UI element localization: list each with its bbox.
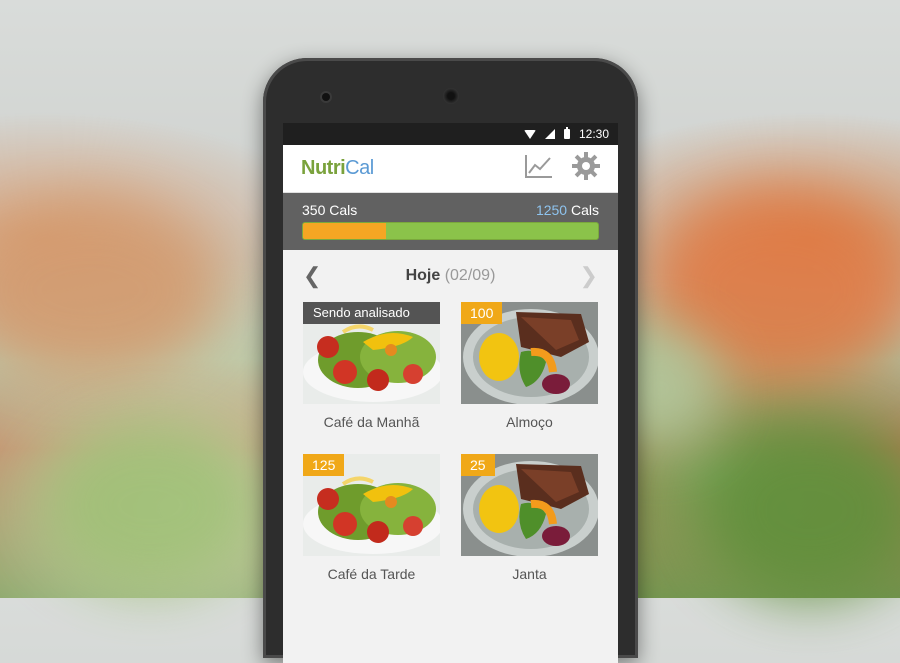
day-navigator: ❮ Hoje (02/09) ❯ [283,250,618,302]
chart-icon[interactable] [524,153,554,184]
gear-icon[interactable] [572,152,600,185]
signal-icon [544,129,555,139]
meal-card-dinner[interactable]: 25 Janta [461,454,598,606]
analyzing-badge: Sendo analisado [303,302,440,324]
calorie-badge: 25 [461,454,495,476]
meal-photo[interactable]: 100 [461,302,598,404]
app-bar: NutriCal [283,145,618,193]
calorie-badge: 100 [461,302,503,324]
battery-icon [563,127,570,139]
previous-day-chevron-icon[interactable]: ❮ [303,265,321,287]
meal-photo[interactable]: Sendo analisado [303,302,440,404]
earpiece-speaker [443,88,459,104]
status-time: 12:30 [578,127,609,141]
logo-text-cal: Cal [345,157,374,179]
meal-grid: Sendo analisado Café da Manhã 100 Almoço… [283,302,618,606]
day-label: Hoje (02/09) [406,267,496,285]
day-date: (02/09) [444,267,496,284]
app-logo: NutriCal [301,157,374,180]
next-day-chevron-icon[interactable]: ❯ [580,265,598,287]
wifi-icon [523,129,536,139]
day-name: Hoje [405,267,441,284]
consumed-calories: 350 Cals [302,202,357,218]
meal-name: Café da Manhã [323,414,420,430]
meal-card-afternoon-snack[interactable]: 125 Café da Tarde [303,454,440,606]
calorie-progress-fill [303,223,386,239]
calorie-summary: 350 Cals 1250 Cals [283,193,618,250]
meal-name: Almoço [506,414,553,430]
consumed-unit: Cals [329,202,358,218]
status-bar: 12:30 [283,123,618,145]
meal-name: Café da Tarde [327,566,416,582]
calorie-badge: 125 [303,454,345,476]
goal-unit: Cals [570,202,599,218]
goal-value: 1250 [535,202,568,218]
meal-photo[interactable]: 25 [461,454,598,556]
meal-card-lunch[interactable]: 100 Almoço [461,302,598,454]
meal-name: Janta [512,566,547,582]
goal-calories: 1250 Cals [536,202,599,218]
consumed-value: 350 [302,202,326,218]
logo-text-nutri: Nutri [301,157,346,179]
calorie-progress-bar [302,222,599,240]
phone-device: 12:30 NutriCal 350 Cals 1250 Cals ❮ Hoje… [263,58,638,663]
meal-photo[interactable]: 125 [303,454,440,556]
app-screen: 12:30 NutriCal 350 Cals 1250 Cals ❮ Hoje… [283,123,618,663]
meal-card-breakfast[interactable]: Sendo analisado Café da Manhã [303,302,440,454]
front-camera [322,93,330,101]
